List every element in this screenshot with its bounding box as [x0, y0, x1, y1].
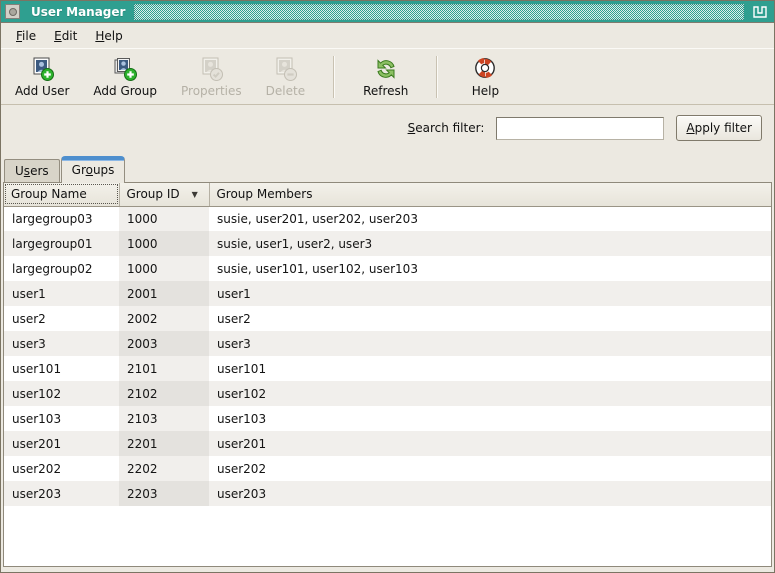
add-group-button[interactable]: Add Group — [81, 53, 169, 101]
shade-button[interactable] — [750, 3, 770, 21]
cell-group-name[interactable]: user103 — [4, 406, 119, 431]
search-filter-input[interactable] — [496, 116, 665, 140]
cell-group-id[interactable]: 2101 — [119, 356, 209, 381]
table-row[interactable]: largegroup03 1000 susie, user201, user20… — [4, 206, 771, 231]
titlebar[interactable]: User Manager — [1, 1, 774, 23]
properties-button: Properties — [169, 53, 254, 101]
column-header-group-members[interactable]: Group Members — [209, 183, 771, 207]
cell-group-name[interactable]: largegroup01 — [4, 231, 119, 256]
cell-group-id[interactable]: 2203 — [119, 481, 209, 506]
cell-group-id[interactable]: 2201 — [119, 431, 209, 456]
groups-table-container: Group Name Group ID ▼ Group Members large… — [3, 182, 772, 567]
cell-group-name[interactable]: user102 — [4, 381, 119, 406]
cell-group-name[interactable]: user2 — [4, 306, 119, 331]
table-row[interactable]: user102 2102 user102 — [4, 381, 771, 406]
properties-icon — [198, 56, 224, 83]
cell-group-name[interactable]: largegroup02 — [4, 256, 119, 281]
cell-group-name[interactable]: user201 — [4, 431, 119, 456]
cell-group-name[interactable]: user202 — [4, 456, 119, 481]
window-menu-button[interactable] — [5, 4, 20, 19]
cell-group-members[interactable]: user103 — [209, 406, 771, 431]
apply-filter-button[interactable]: Apply filter — [676, 115, 762, 141]
table-row[interactable]: user202 2202 user202 — [4, 456, 771, 481]
cell-group-name[interactable]: user101 — [4, 356, 119, 381]
cell-group-members[interactable]: user201 — [209, 431, 771, 456]
menubar: File Edit Help — [1, 23, 774, 48]
cell-group-members[interactable]: user2 — [209, 306, 771, 331]
cell-group-id[interactable]: 2202 — [119, 456, 209, 481]
toolbar: Add User Add Group Properties Delete Ref… — [1, 48, 774, 105]
cell-group-members[interactable]: user203 — [209, 481, 771, 506]
titlebar-pattern — [134, 3, 744, 20]
tab-users[interactable]: Users — [4, 159, 60, 182]
table-row[interactable]: user3 2003 user3 — [4, 331, 771, 356]
cell-group-id[interactable]: 2002 — [119, 306, 209, 331]
table-row[interactable]: largegroup01 1000 susie, user1, user2, u… — [4, 231, 771, 256]
menu-file[interactable]: File — [7, 25, 45, 47]
menu-help[interactable]: Help — [86, 25, 131, 47]
cell-group-id[interactable]: 1000 — [119, 256, 209, 281]
table-row[interactable]: user201 2201 user201 — [4, 431, 771, 456]
cell-group-id[interactable]: 2001 — [119, 281, 209, 306]
add-group-icon — [112, 56, 138, 83]
group-table-body: largegroup03 1000 susie, user201, user20… — [4, 206, 771, 506]
refresh-icon — [373, 56, 399, 83]
groups-table: Group Name Group ID ▼ Group Members large… — [4, 183, 771, 506]
cell-group-members[interactable]: user101 — [209, 356, 771, 381]
cell-group-members[interactable]: susie, user101, user102, user103 — [209, 256, 771, 281]
tabstrip: Users Groups — [1, 151, 774, 183]
cell-group-id[interactable]: 1000 — [119, 231, 209, 256]
add-user-button[interactable]: Add User — [3, 53, 81, 101]
column-header-group-name[interactable]: Group Name — [4, 183, 120, 207]
cell-group-id[interactable]: 2102 — [119, 381, 209, 406]
table-header-row: Group Name Group ID ▼ Group Members — [4, 183, 771, 207]
sort-descending-icon: ▼ — [191, 190, 198, 200]
column-header-group-id[interactable]: Group ID ▼ — [119, 183, 210, 207]
window-title: User Manager — [31, 4, 126, 19]
delete-button: Delete — [254, 53, 317, 101]
cell-group-name[interactable]: user3 — [4, 331, 119, 356]
cell-group-members[interactable]: user102 — [209, 381, 771, 406]
cell-group-name[interactable]: user203 — [4, 481, 119, 506]
toolbar-separator — [436, 55, 439, 98]
tab-groups[interactable]: Groups — [60, 156, 126, 183]
cell-group-id[interactable]: 2103 — [119, 406, 209, 431]
table-row[interactable]: user2 2002 user2 — [4, 306, 771, 331]
help-button[interactable]: Help — [454, 53, 516, 101]
delete-icon — [272, 56, 298, 83]
cell-group-name[interactable]: largegroup03 — [4, 206, 119, 231]
cell-group-name[interactable]: user1 — [4, 281, 119, 306]
cell-group-id[interactable]: 2003 — [119, 331, 209, 356]
add-user-icon — [29, 56, 55, 83]
toolbar-separator — [333, 55, 336, 98]
table-row[interactable]: user101 2101 user101 — [4, 356, 771, 381]
menu-edit[interactable]: Edit — [45, 25, 86, 47]
cell-group-members[interactable]: user3 — [209, 331, 771, 356]
user-manager-window: User Manager File Edit Help Add User Add… — [0, 0, 775, 573]
cell-group-members[interactable]: susie, user201, user202, user203 — [209, 206, 771, 231]
table-row[interactable]: user203 2203 user203 — [4, 481, 771, 506]
refresh-button[interactable]: Refresh — [351, 53, 420, 101]
table-row[interactable]: user1 2001 user1 — [4, 281, 771, 306]
table-row[interactable]: user103 2103 user103 — [4, 406, 771, 431]
search-filter-label: Search filter: — [407, 121, 485, 135]
cell-group-members[interactable]: user1 — [209, 281, 771, 306]
cell-group-id[interactable]: 1000 — [119, 206, 209, 231]
window-icon — [8, 7, 17, 16]
search-filter-row: Search filter: Apply filter — [1, 105, 774, 151]
help-icon — [472, 56, 498, 83]
shade-icon — [753, 5, 767, 18]
cell-group-members[interactable]: susie, user1, user2, user3 — [209, 231, 771, 256]
cell-group-members[interactable]: user202 — [209, 456, 771, 481]
table-row[interactable]: largegroup02 1000 susie, user101, user10… — [4, 256, 771, 281]
